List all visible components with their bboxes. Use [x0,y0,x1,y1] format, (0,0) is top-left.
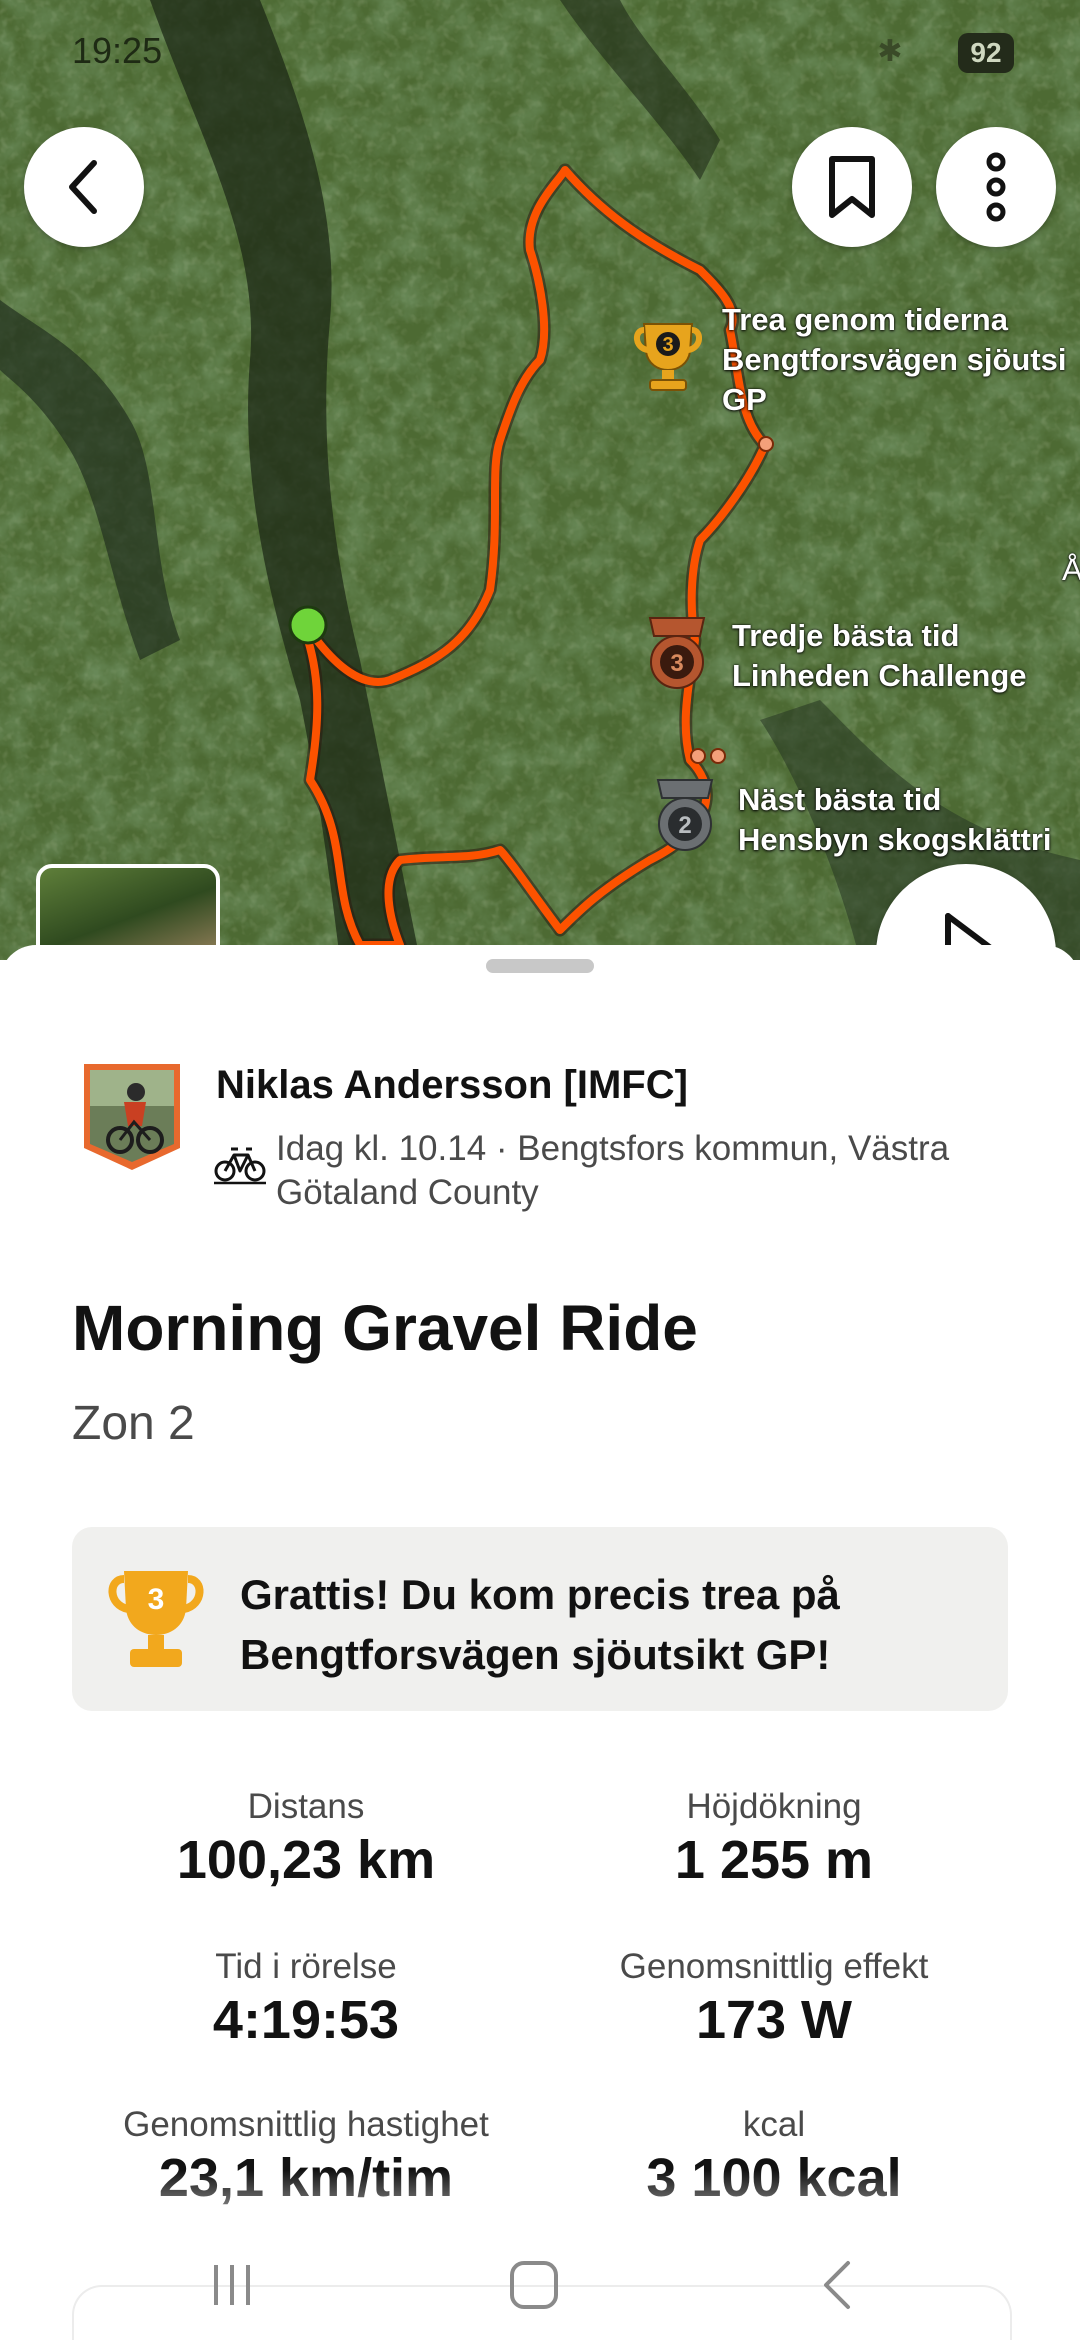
stat-label: kcal [742,2105,806,2144]
activity-details-sheet[interactable]: Niklas Andersson [IMFC] Idag kl. 10.14 ·… [0,945,1080,2340]
more-vertical-icon [986,152,1006,222]
stat-moving-time: Tid i rörelse 4:19:53 [56,1945,556,2051]
bookmark-icon [829,156,875,218]
segment-label-line: Hensbyn skogsklättri [738,822,1052,857]
system-back-button[interactable] [768,2235,908,2335]
segment-label-line: Näst bästa tid [738,782,942,817]
activity-meta: Idag kl. 10.14 · Bengtsfors kommun, Väst… [276,1129,950,1212]
activity-description: Zon 2 [72,1397,195,1450]
stat-value: 4:19:53 [212,1990,400,2050]
svg-text:2: 2 [678,812,691,839]
recent-apps-button[interactable] [162,2235,302,2335]
recent-apps-icon [214,2265,250,2305]
gold-trophy-3-icon[interactable]: 3 [632,318,704,398]
segment-label-3[interactable]: Näst bästa tid Hensbyn skogsklättri [738,780,1052,860]
achievement-text: Grattis! Du kom precis trea på Bengtfors… [240,1571,840,1678]
stat-label: Genomsnittlig effekt [619,1947,929,1986]
segment-label-line: Bengtforsvägen sjöutsi [722,342,1067,377]
athlete-avatar[interactable] [80,1060,184,1172]
map-edge-label: Å [1062,552,1080,587]
system-navigation-bar [0,2235,1080,2335]
stat-average-power: Genomsnittlig effekt 173 W [524,1945,1024,2051]
segment-label-line: Tredje bästa tid [732,618,960,653]
sheet-grabber[interactable] [486,959,594,973]
start-marker [288,605,328,645]
more-options-button[interactable] [936,127,1056,247]
stat-label: Genomsnittlig hastighet [123,2105,489,2144]
segment-label-line: GP [722,382,767,417]
achievement-banner[interactable]: 3 Grattis! Du kom precis trea på Bengtfo… [72,1527,1008,1711]
svg-text:3: 3 [148,1583,165,1616]
segment-label-line: Trea genom tiderna [722,302,1008,337]
back-button[interactable] [24,127,144,247]
stat-label: Distans [247,1787,365,1826]
stat-value: 1 255 m [674,1830,874,1890]
segment-label-2[interactable]: Tredje bästa tid Linheden Challenge [732,616,1027,696]
save-route-button[interactable] [792,127,912,247]
activity-title: Morning Gravel Ride [72,1292,698,1364]
trophy-icon: 3 [108,1571,204,1667]
stat-label: Tid i rörelse [215,1947,397,1986]
route-map[interactable]: 19:25 ✱ 92 3 Trea genom tiderna Bengtfor… [0,0,1080,960]
stat-label: Höjdökning [686,1787,862,1826]
segment-label-1[interactable]: Trea genom tiderna Bengtforsvägen sjöuts… [722,300,1067,420]
home-button[interactable] [464,2235,604,2335]
athlete-name[interactable]: Niklas Andersson [IMFC] [216,1063,688,1108]
segment-label-line: Linheden Challenge [732,658,1027,693]
home-icon [510,2261,558,2309]
silver-medal-2-icon[interactable]: 2 [650,776,720,856]
bronze-medal-3-icon[interactable]: 3 [642,614,712,694]
stat-distance: Distans 100,23 km [56,1785,556,1891]
stat-value: 100,23 km [176,1830,436,1890]
bike-icon [214,1147,266,1185]
stat-elevation-gain: Höjdökning 1 255 m [524,1785,1024,1891]
svg-text:3: 3 [662,334,673,356]
chevron-left-icon [69,160,97,214]
back-icon [824,2261,850,2309]
stat-value: 173 W [695,1990,853,2050]
svg-text:3: 3 [670,650,683,677]
